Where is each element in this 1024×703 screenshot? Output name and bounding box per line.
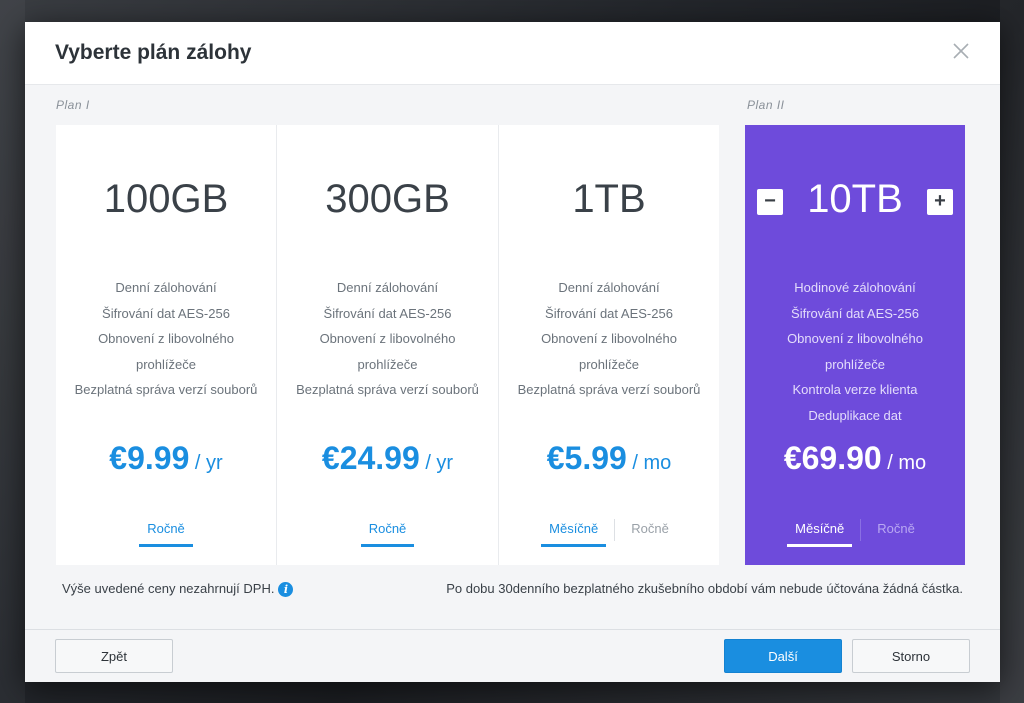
price-unit: / mo [881,452,927,474]
plan-size: 100GB [103,177,229,221]
price-unit: / yr [189,452,223,474]
dialog-title: Vyberte plán zálohy [55,41,252,64]
close-icon[interactable] [950,40,972,62]
cancel-button[interactable]: Storno [852,639,970,673]
billing-tabs: Měsíčně Ročně [745,517,965,547]
next-button[interactable]: Další [724,639,842,673]
plan-group-label: Plan I [56,98,90,112]
feature-item: prohlížeče [579,356,639,372]
dialog-header: Vyberte plán zálohy [25,22,1000,85]
price-unit: / yr [419,452,454,474]
price-unit: / mo [626,452,672,474]
plan-size: 1TB [572,177,646,221]
billing-tabs: Měsíčně Ročně [499,517,719,547]
plan-price: €5.99 / mo [499,440,719,477]
dialog-footer: Zpět Další Storno [25,629,1000,682]
feature-item: Hodinové zálohování [794,280,916,295]
tab-monthly[interactable]: Měsíčně [787,517,853,547]
feature-item: prohlížeče [136,356,196,372]
feature-item: prohlížeče [357,356,418,372]
plan-card-100gb[interactable]: 100GB Denní zálohování Šifrování dat AES… [56,125,276,565]
feature-list: Denní zálohování Šifrování dat AES-256 O… [56,275,276,403]
feature-item: Denní zálohování [336,280,439,295]
feature-item: Bezplatná správa verzí souborů [517,382,701,398]
increase-size-button[interactable]: + [927,189,953,215]
tab-yearly[interactable]: Ročně [869,517,923,547]
plan-card-300gb[interactable]: 300GB Denní zálohování Šifrování dat AES… [276,125,498,565]
feature-list: Hodinové zálohování Šifrování dat AES-25… [745,275,965,429]
plan-price: €9.99 / yr [56,440,276,477]
feature-list: Denní zálohování Šifrování dat AES-256 O… [277,275,498,403]
feature-item: Šifrování dat AES-256 [102,305,230,321]
feature-item: Obnovení z libovolného [319,331,456,347]
feature-item: Šifrování dat AES-256 [791,305,919,321]
billing-tabs: Ročně [56,517,276,547]
price-amount: €9.99 [109,440,190,476]
feature-list: Denní zálohování Šifrování dat AES-256 O… [499,275,719,403]
price-amount: €69.90 [783,440,882,476]
tab-yearly[interactable]: Ročně [360,517,415,547]
feature-item: Šifrování dat AES-256 [323,305,452,321]
tab-yearly[interactable]: Ročně [623,517,677,547]
price-amount: €5.99 [546,440,627,476]
plan-group-label: Plan II [747,98,785,112]
trial-note: Po dobu 30denního bezplatného zkušebního… [446,581,963,596]
feature-item: Obnovení z libovolného [541,331,677,347]
info-icon[interactable]: i [278,582,294,598]
tab-divider [860,519,862,541]
feature-item: Kontrola verze klienta [792,382,918,398]
plan-card-1tb[interactable]: 1TB Denní zálohování Šifrování dat AES-2… [498,125,719,565]
feature-item: Denní zálohování [115,280,217,295]
vat-note: Výše uvedené ceny nezahrnují DPH. i [62,581,294,598]
back-button[interactable]: Zpět [55,639,173,673]
plan-size: 300GB [325,177,450,221]
feature-item: Obnovení z libovolného [787,331,923,347]
billing-tabs: Ročně [277,517,498,547]
plan-price: €24.99 / yr [277,440,498,477]
vat-note-text: Výše uvedené ceny nezahrnují DPH. [62,581,275,596]
plan-card-10tb[interactable]: − 10TB + Hodinové zálohování Šifrování d… [745,125,965,565]
feature-item: Denní zálohování [558,280,660,295]
feature-item: Bezplatná správa verzí souborů [296,382,479,398]
feature-item: Deduplikace dat [808,407,902,423]
price-amount: €24.99 [321,440,420,476]
tab-monthly[interactable]: Měsíčně [541,517,607,547]
backup-plan-dialog: Vyberte plán zálohy Plan I Plan II 100GB… [25,22,1000,682]
feature-item: Šifrování dat AES-256 [545,305,673,321]
tab-yearly[interactable]: Ročně [139,517,193,547]
feature-item: Obnovení z libovolného [98,331,234,347]
tab-divider [614,519,616,541]
plan-price: €69.90 / mo [745,440,965,477]
feature-item: prohlížeče [825,356,885,372]
feature-item: Bezplatná správa verzí souborů [74,382,258,398]
